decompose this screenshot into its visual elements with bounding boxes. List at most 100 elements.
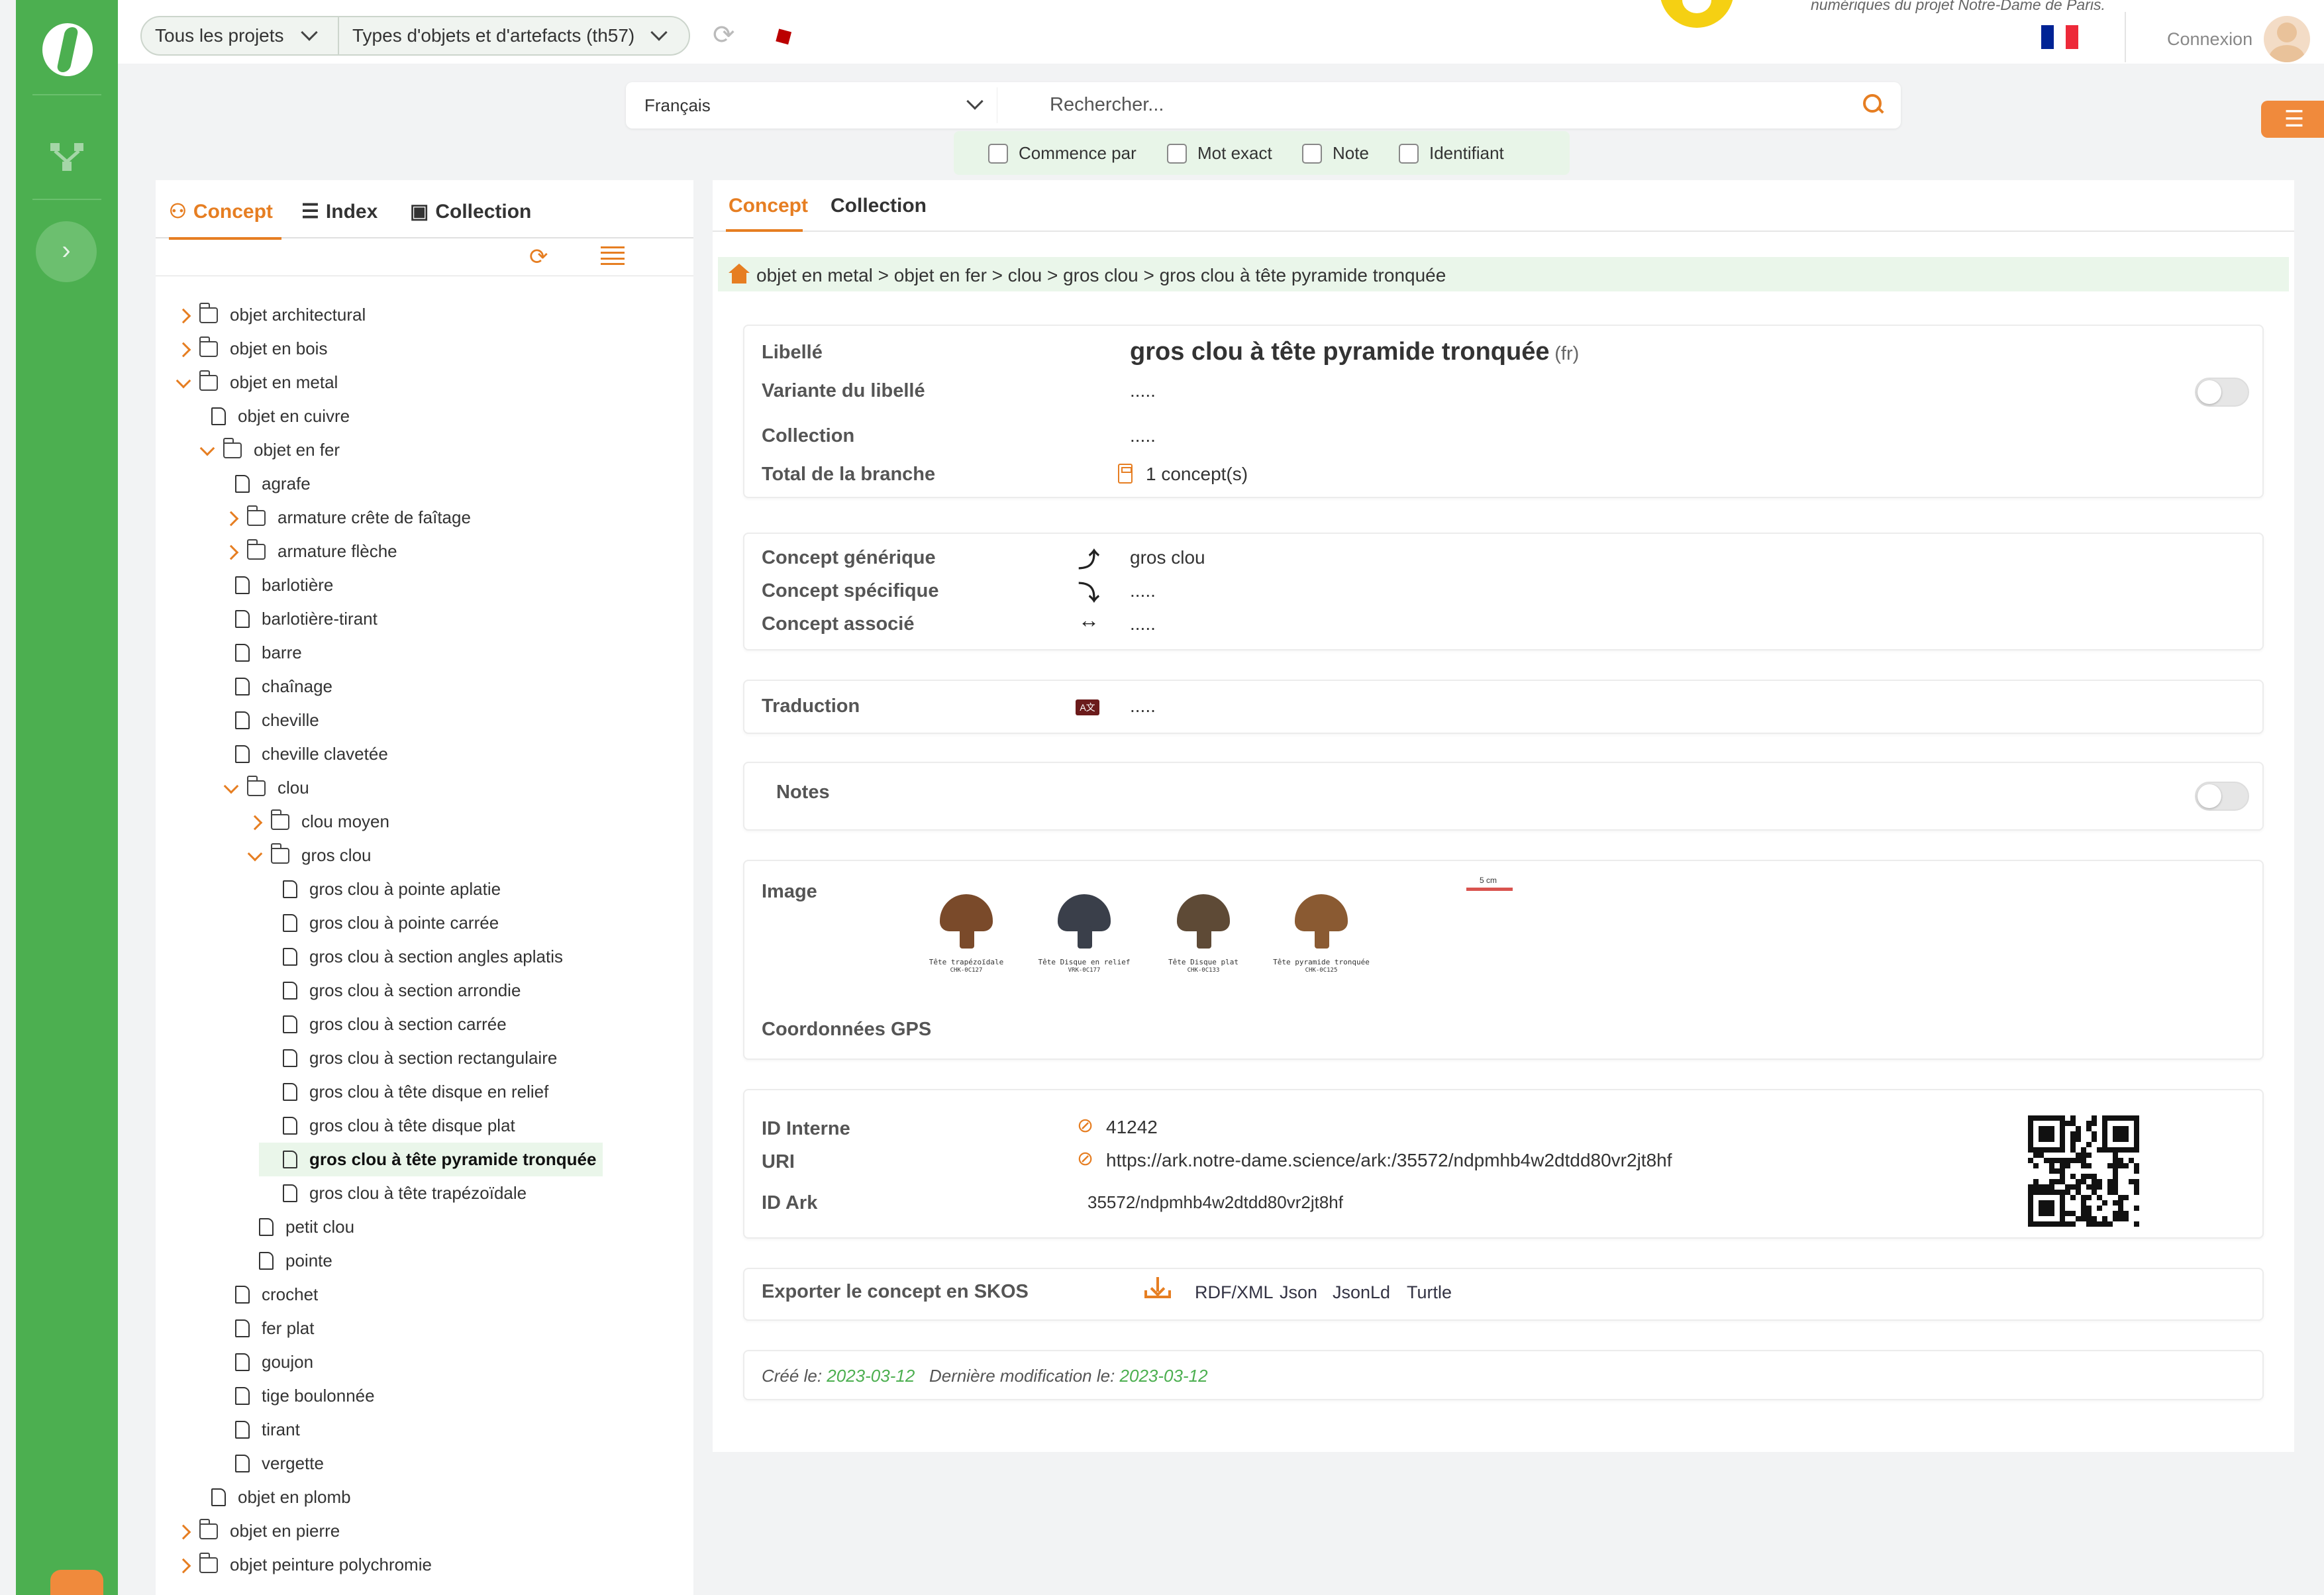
tab-concept[interactable]: ⚇ Concept	[169, 200, 273, 223]
tree-item[interactable]: objet en cuivre	[197, 399, 350, 433]
language-select[interactable]: Français	[644, 95, 711, 116]
image-thumbnail[interactable]: Tête trapézoïdale CHK-0C127	[917, 894, 1016, 975]
tree-item[interactable]: agrafe	[221, 467, 311, 501]
chevron-down-icon[interactable]	[221, 777, 243, 799]
chevron-down-icon[interactable]	[244, 845, 267, 867]
tree-item[interactable]: objet architectural	[173, 298, 366, 332]
refresh-icon[interactable]: ⟳	[713, 20, 735, 50]
tree-item[interactable]: barlotière-tirant	[221, 602, 378, 636]
chevron-right-icon[interactable]	[173, 1554, 195, 1576]
tab-collection-detail[interactable]: Collection	[831, 195, 927, 217]
tree-item[interactable]: pointe	[244, 1244, 332, 1278]
tree-item-selected[interactable]: gros clou à tête pyramide tronquée	[259, 1143, 603, 1176]
chevron-right-icon[interactable]	[221, 507, 243, 529]
tree-item[interactable]: armature crête de faîtage	[221, 501, 471, 535]
image-thumbnail[interactable]: Tête pyramide tronquée CHK-0C125	[1272, 894, 1371, 975]
variante-toggle[interactable]	[2195, 378, 2249, 407]
tree-item[interactable]: gros clou à pointe aplatie	[268, 872, 501, 906]
search-icon[interactable]	[1863, 94, 1883, 114]
search-input[interactable]: Rechercher...	[1050, 94, 1164, 116]
filter-commence-par[interactable]: Commence par	[988, 143, 1137, 164]
tree-item[interactable]: tige boulonnée	[221, 1379, 375, 1413]
login-link[interactable]: Connexion	[2167, 29, 2252, 50]
chevron-down-icon[interactable]	[966, 93, 984, 110]
tree-item[interactable]: gros clou	[244, 839, 372, 872]
french-flag-icon[interactable]	[2041, 25, 2079, 49]
tree-item[interactable]: fer plat	[221, 1312, 315, 1345]
notes-toggle[interactable]	[2195, 782, 2249, 811]
checkbox[interactable]	[1167, 143, 1187, 164]
tree-item[interactable]: tirant	[221, 1413, 300, 1447]
chevron-right-icon[interactable]	[173, 338, 195, 360]
tree-item[interactable]: gros clou à tête disque plat	[268, 1109, 515, 1143]
export-json[interactable]: Json	[1280, 1282, 1317, 1303]
copy-link-icon[interactable]: ⊘	[1077, 1147, 1093, 1170]
tree-item[interactable]: barlotière	[221, 568, 333, 602]
tree-item[interactable]: gros clou à tête disque en relief	[268, 1075, 548, 1109]
tree-item[interactable]: crochet	[221, 1278, 318, 1312]
tree-item[interactable]: gros clou à section rectangulaire	[268, 1041, 557, 1075]
refresh-tree-icon[interactable]: ⟳	[529, 244, 548, 270]
chevron-down-icon[interactable]	[650, 24, 668, 41]
tree-item[interactable]: objet peinture polychromie	[173, 1548, 432, 1582]
image-thumbnail[interactable]: Tête Disque plat CHK-0C133	[1154, 894, 1253, 975]
chevron-right-icon[interactable]	[244, 811, 267, 833]
breadcrumb-path[interactable]: objet en metal > objet en fer > clou > g…	[756, 265, 1446, 286]
tree-menu-icon[interactable]	[601, 246, 625, 265]
export-rdf-xml[interactable]: RDF/XML	[1195, 1282, 1274, 1303]
checkbox[interactable]	[988, 143, 1008, 164]
chevron-right-icon[interactable]	[173, 304, 195, 327]
tree-item[interactable]: gros clou à section carrée	[268, 1007, 507, 1041]
checkbox[interactable]	[1399, 143, 1419, 164]
tree-item[interactable]: objet en fer	[197, 433, 340, 467]
filter-mot-exact[interactable]: Mot exact	[1167, 143, 1272, 164]
tab-index[interactable]: ☰ Index	[301, 200, 378, 223]
chevron-down-icon[interactable]	[197, 439, 219, 462]
tree-item[interactable]: objet en metal	[173, 366, 338, 399]
tree-item[interactable]: objet en bois	[173, 332, 327, 366]
tree-item[interactable]: vergette	[221, 1447, 324, 1480]
tree-item[interactable]: clou moyen	[244, 805, 389, 839]
tree-item[interactable]: gros clou à tête trapézoïdale	[268, 1176, 527, 1210]
checkbox[interactable]	[1302, 143, 1322, 164]
thesaurus-select[interactable]: Types d'objets et d'artefacts (th57)	[352, 25, 634, 46]
home-icon[interactable]	[727, 264, 750, 283]
chevron-down-icon[interactable]	[301, 24, 318, 41]
eraser-icon[interactable]: ◆	[768, 19, 797, 52]
app-logo[interactable]	[42, 23, 93, 76]
tree-item[interactable]: petit clou	[244, 1210, 354, 1244]
tree-item[interactable]: cheville clavetée	[221, 737, 388, 771]
tree-item[interactable]: objet en pierre	[173, 1514, 340, 1548]
download-icon[interactable]	[1144, 1276, 1171, 1302]
chevron-right-icon[interactable]	[173, 1520, 195, 1543]
tab-concept-detail[interactable]: Concept	[729, 195, 808, 217]
tree-item[interactable]: gros clou à section arrondie	[268, 974, 521, 1007]
image-thumbnail[interactable]: Tête Disque en relief VRK-0C177	[1035, 894, 1134, 975]
tab-collection[interactable]: ▣ Collection	[410, 200, 531, 223]
concept-generique-value[interactable]: gros clou	[1130, 547, 1205, 568]
tree-item[interactable]: objet en plomb	[197, 1480, 351, 1514]
tree-item[interactable]: cheville	[221, 703, 319, 737]
uri-value[interactable]: https://ark.notre-dame.science/ark:/3557…	[1106, 1150, 1672, 1171]
filter-note[interactable]: Note	[1302, 143, 1369, 164]
tree-graph-icon[interactable]	[49, 140, 85, 174]
export-turtle[interactable]: Turtle	[1407, 1282, 1452, 1303]
tree-item[interactable]: barre	[221, 636, 302, 670]
avatar[interactable]	[2264, 16, 2310, 62]
tree-item[interactable]: goujon	[221, 1345, 313, 1379]
tree-item[interactable]: gros clou à pointe carrée	[268, 906, 499, 940]
total-branche-value[interactable]: 1 concept(s)	[1146, 464, 1248, 485]
tree-item[interactable]: armature flèche	[221, 535, 397, 568]
export-jsonld[interactable]: JsonLd	[1333, 1282, 1390, 1303]
expand-sidebar-button[interactable]: ›	[36, 221, 97, 282]
tree-item[interactable]: chaînage	[221, 670, 332, 703]
chevron-right-icon[interactable]	[221, 540, 243, 563]
id-interne-value: 41242	[1106, 1117, 1158, 1137]
project-select[interactable]: Tous les projets	[155, 25, 284, 46]
chevron-down-icon[interactable]	[173, 372, 195, 394]
filter-identifiant[interactable]: Identifiant	[1399, 143, 1504, 164]
tree-item[interactable]: clou	[221, 771, 309, 805]
tree-item[interactable]: gros clou à section angles aplatis	[268, 940, 563, 974]
copy-link-icon[interactable]: ⊘	[1077, 1114, 1093, 1137]
list-toggle-button[interactable]: ☰	[2261, 101, 2324, 138]
